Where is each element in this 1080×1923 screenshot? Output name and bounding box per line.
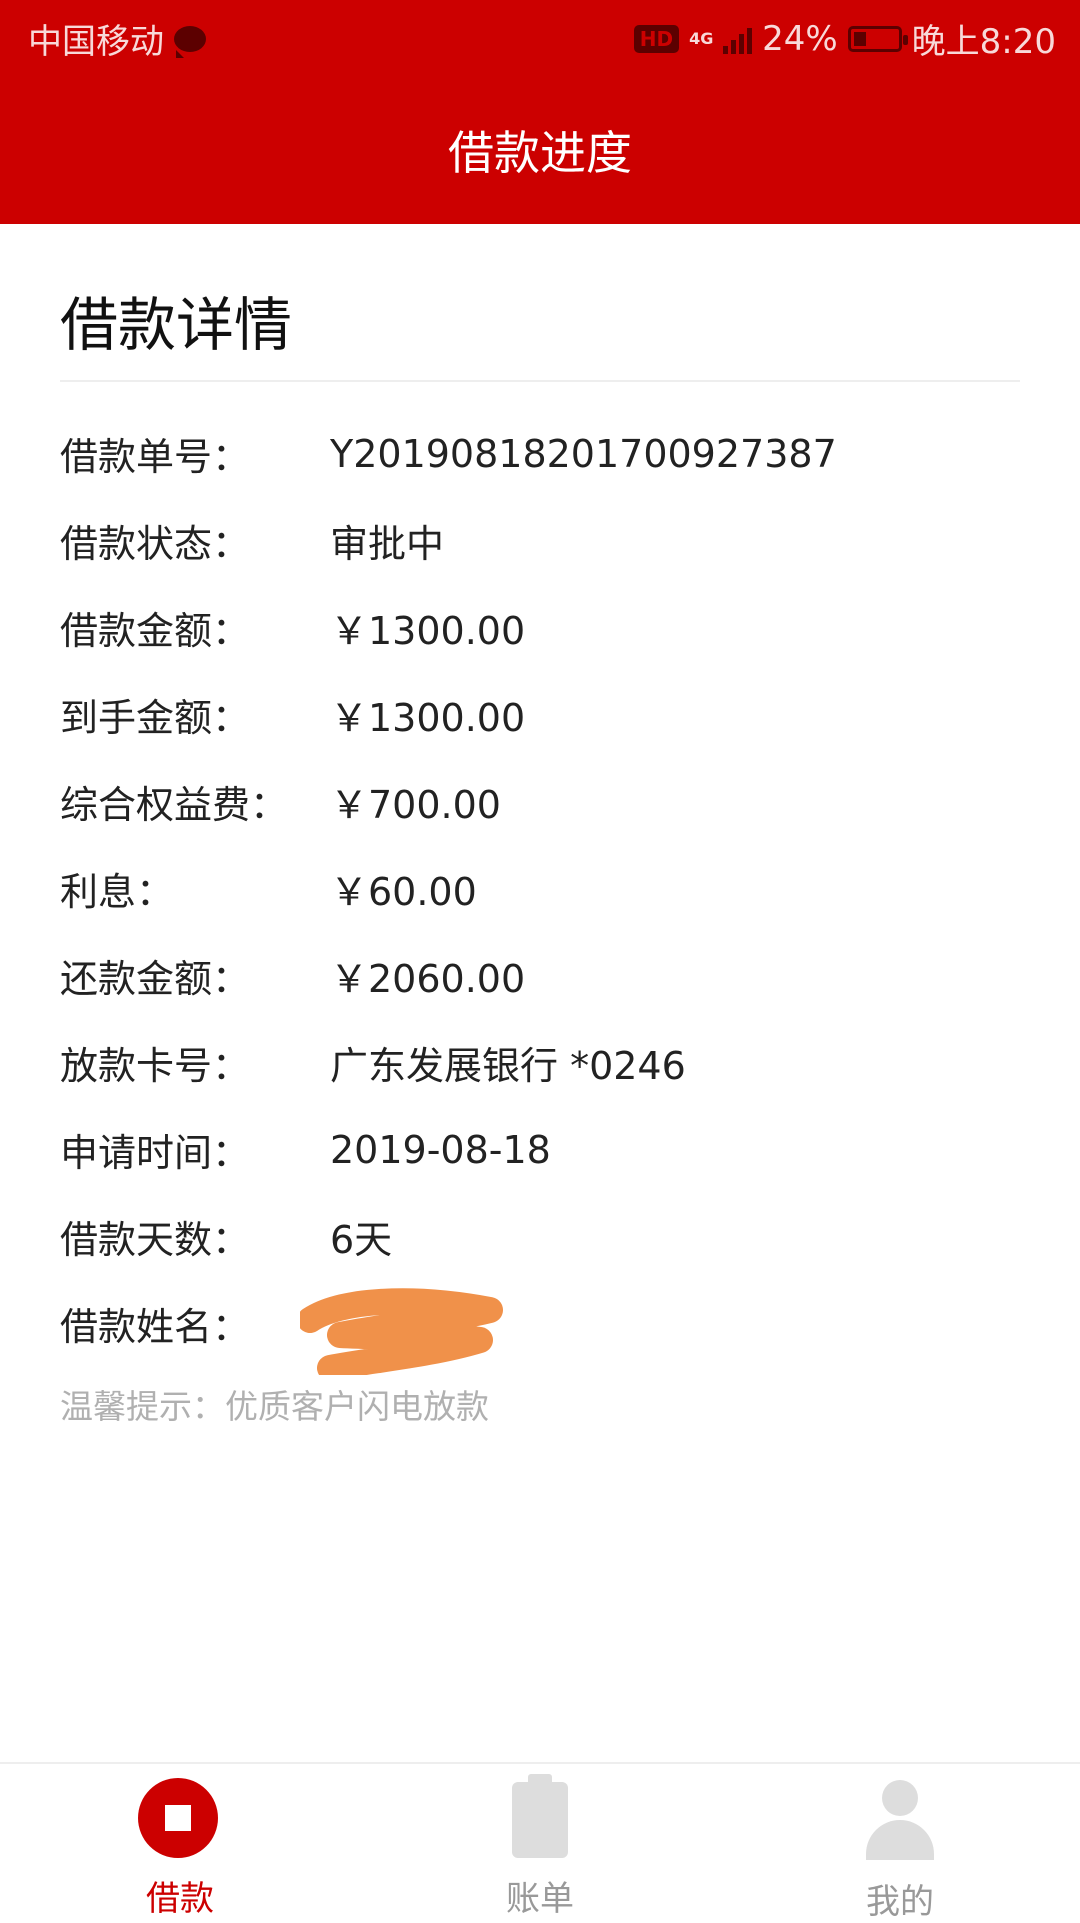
clock: 晚上8:20 [911,22,1056,62]
tip-text: 温馨提示：优质客户闪电放款 [60,1387,489,1426]
detail-label: 放款卡号： [60,1044,251,1088]
nav-label: 账单 [506,1879,574,1919]
loan-icon [138,1778,222,1859]
detail-row-bank-card: 放款卡号： 广东发展银行 *0246 [60,1019,1020,1106]
detail-label: 综合权益费： [60,783,289,827]
detail-value: ￥1300.00 [330,696,526,740]
detail-value: ￥2060.00 [330,957,526,1001]
nav-label: 我的 [866,1882,934,1922]
nav-label: 借款 [146,1879,214,1919]
detail-row-loan-number: 借款单号： Y20190818201700927387 [60,410,1020,497]
message-icon [174,25,206,58]
detail-label: 借款金额： [60,609,251,653]
user-icon [858,1778,942,1862]
detail-label: 借款姓名： [60,1305,251,1349]
detail-row-borrower-name: 借款姓名： [60,1280,1020,1367]
detail-row-repayment-amount: 还款金额： ￥2060.00 [60,932,1020,1019]
signal-icon [723,24,753,54]
detail-label: 还款金额： [60,957,251,1001]
network-type: 4G [689,28,714,48]
detail-value: 审批中 [330,522,445,566]
detail-value: ￥60.00 [330,870,477,914]
detail-value: 2019-08-18 [330,1127,551,1172]
detail-value: Y20190818201700927387 [330,431,837,476]
status-bar-right: HD 4G 24% 晚上8:20 [633,14,1056,63]
section-title: 借款详情 [60,291,293,359]
hd-badge: HD [633,24,680,53]
detail-row-received-amount: 到手金额： ￥1300.00 [60,671,1020,758]
battery-icon [847,25,908,52]
battery-percent: 24% [762,18,838,59]
detail-row-loan-days: 借款天数： 6天 [60,1193,1020,1280]
nav-item-mine[interactable]: 我的 [720,1764,1080,1922]
app-header: 借款进度 [0,76,1080,224]
status-bar-left: 中国移动 [28,14,206,63]
page-title: 借款进度 [448,126,632,180]
nav-item-loan[interactable]: 借款 [0,1764,360,1920]
bottom-nav: 借款 账单 我的 [0,1762,1080,1922]
detail-value: ￥1300.00 [330,609,526,653]
detail-row-loan-amount: 借款金额： ￥1300.00 [60,584,1020,671]
detail-value: ￥700.00 [330,783,501,827]
carrier-name: 中国移动 [28,22,164,62]
detail-label: 借款单号： [60,435,251,479]
status-bar: 中国移动 HD 4G 24% 晚上8:20 [0,0,1080,76]
detail-label: 利息： [60,870,175,914]
detail-row-service-fee: 综合权益费： ￥700.00 [60,758,1020,845]
bill-icon [498,1774,582,1859]
nav-item-bill[interactable]: 账单 [360,1764,720,1920]
divider [60,380,1020,382]
detail-label: 借款天数： [60,1218,251,1262]
detail-label: 借款状态： [60,522,251,566]
detail-row-loan-status: 借款状态： 审批中 [60,497,1020,584]
detail-value: 6天 [330,1218,393,1262]
redaction-scribble [300,1288,503,1375]
loan-detail-list: 借款单号： Y20190818201700927387 借款状态： 审批中 借款… [60,410,1020,1367]
detail-label: 申请时间： [60,1131,251,1175]
detail-value: 广东发展银行 *0246 [330,1044,686,1088]
detail-row-apply-date: 申请时间： 2019-08-18 [60,1106,1020,1193]
detail-label: 到手金额： [60,696,251,740]
detail-row-interest: 利息： ￥60.00 [60,845,1020,932]
